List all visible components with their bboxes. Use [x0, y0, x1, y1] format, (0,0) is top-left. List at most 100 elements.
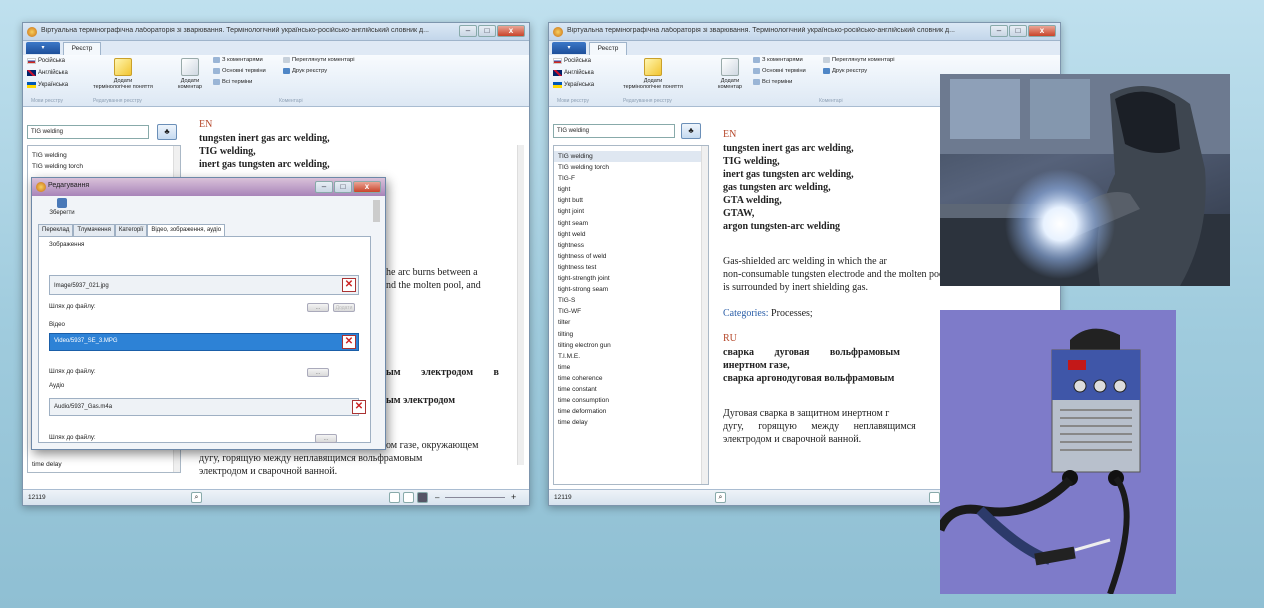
list-item[interactable]: tight seam [554, 218, 708, 229]
view-mode-1-icon[interactable] [389, 492, 400, 503]
add-comment-button[interactable]: Додати коментар [711, 58, 749, 90]
search-button[interactable]: ♣ [681, 123, 701, 139]
list-item[interactable]: TIG welding torch [28, 161, 180, 172]
list-item[interactable]: TIG-WF [554, 306, 708, 317]
list-item[interactable]: tightness [554, 240, 708, 251]
window-title: Віртуальна термінографічна лабораторія з… [41, 27, 429, 34]
remove-audio-button[interactable]: ✕ [352, 400, 366, 414]
minimize-button[interactable]: – [459, 25, 477, 37]
search-button[interactable]: ♣ [157, 124, 177, 140]
with-comments-button[interactable]: З коментарями [213, 57, 263, 63]
maximize-button[interactable]: □ [1009, 25, 1027, 37]
search-input[interactable]: TIG welding [27, 125, 149, 139]
term-count: 12119 [554, 494, 572, 501]
list-item[interactable]: time [554, 362, 708, 373]
list-item[interactable]: TIG-S [554, 295, 708, 306]
dialog-minimize-button[interactable]: – [315, 181, 333, 193]
maximize-button[interactable]: □ [478, 25, 496, 37]
lang-ru-toggle[interactable]: Російська [27, 58, 65, 64]
list-item[interactable]: tight weld [554, 229, 708, 240]
view-mode-3-icon[interactable] [417, 492, 428, 503]
add-image-button[interactable]: Додати [333, 303, 355, 312]
list-item[interactable]: T.I.M.E. [554, 351, 708, 362]
list-item[interactable]: tilter [554, 317, 708, 328]
list-item[interactable]: tight joint [554, 206, 708, 217]
lang-uk-toggle[interactable]: Українська [27, 82, 68, 88]
save-button[interactable]: Зберегти [42, 198, 82, 216]
view-mode-1-icon[interactable] [929, 492, 940, 503]
with-comments-button[interactable]: З коментарями [753, 57, 803, 63]
title-bar[interactable]: Віртуальна термінографічна лабораторія з… [549, 23, 1060, 41]
list-item[interactable]: TIG welding [28, 150, 180, 161]
title-bar[interactable]: Віртуальна термінографічна лабораторія з… [23, 23, 529, 41]
zoom-out-icon[interactable]: – [435, 493, 439, 502]
search-input[interactable]: TIG welding [553, 124, 675, 138]
list-item[interactable]: tight [554, 184, 708, 195]
zoom-search-icon[interactable]: ⌕ [715, 492, 726, 503]
audio-path-field[interactable]: Audio/5937_Gas.m4a [49, 398, 359, 416]
list-scrollbar[interactable] [701, 146, 708, 484]
browse-audio-button[interactable]: ... [315, 434, 337, 443]
term-list[interactable]: TIG welding TIG welding torch TIG-F tight ti… [553, 145, 709, 485]
view-mode-2-icon[interactable] [403, 492, 414, 503]
add-comment-button[interactable]: Додати коментар [171, 58, 209, 90]
tab-translation[interactable]: Переклад [38, 224, 74, 236]
categories-link[interactable]: Categories: [723, 308, 769, 319]
file-menu-tab[interactable]: ▾ [552, 42, 586, 54]
list-item[interactable]: time delay [554, 417, 708, 428]
browse-image-button[interactable]: ... [307, 303, 329, 312]
main-terms-button[interactable]: Основні терміни [213, 68, 266, 74]
tab-categories[interactable]: Категорії [114, 224, 148, 236]
zoom-search-icon[interactable]: ⌕ [191, 492, 202, 503]
close-button[interactable]: x [497, 25, 525, 37]
tab-media[interactable]: Відео, зображення, аудіо [147, 224, 226, 236]
dialog-maximize-button[interactable]: □ [334, 181, 352, 193]
all-terms-button[interactable]: Всі терміни [753, 79, 792, 85]
add-term-button[interactable]: Додати термінологічне поняття [615, 58, 691, 90]
dialog-scrollbar[interactable] [373, 200, 380, 222]
remove-video-button[interactable]: ✕ [342, 335, 356, 349]
lang-en-toggle[interactable]: Англійська [553, 70, 594, 76]
list-item[interactable]: time consumption [554, 395, 708, 406]
lang-en-toggle[interactable]: Англійська [27, 70, 68, 76]
list-item[interactable]: tight butt [554, 195, 708, 206]
tab-register[interactable]: Реєстр [63, 42, 101, 55]
list-item[interactable]: time deformation [554, 406, 708, 417]
content-scrollbar[interactable] [517, 145, 524, 465]
zoom-in-icon[interactable]: + [511, 492, 516, 502]
list-item[interactable]: tightness test [554, 262, 708, 273]
list-item[interactable]: tilting electron gun [554, 340, 708, 351]
tab-interpretation[interactable]: Тлумачення [73, 224, 115, 236]
video-path-field[interactable]: Video/5937_SE_3.MPG [49, 333, 359, 351]
list-item[interactable]: TIG welding [554, 151, 708, 163]
main-terms-button[interactable]: Основні терміни [753, 68, 806, 74]
lang-uk-toggle[interactable]: Українська [553, 82, 594, 88]
list-item[interactable]: time coherence [554, 373, 708, 384]
minimize-button[interactable]: – [990, 25, 1008, 37]
remove-image-button[interactable]: ✕ [342, 278, 356, 292]
add-term-button[interactable]: Додати термінологічне поняття [85, 58, 161, 90]
list-item[interactable]: tight-strength joint [554, 273, 708, 284]
close-button[interactable]: x [1028, 25, 1056, 37]
list-item[interactable]: time constant [554, 384, 708, 395]
print-register-button[interactable]: Друк реєстру [283, 68, 327, 74]
image-path-field[interactable]: Image/5937_021.jpg [49, 275, 359, 295]
zoom-slider[interactable] [445, 497, 505, 498]
dialog-title-bar[interactable]: Редагування – □ x [32, 178, 385, 196]
list-item[interactable]: time delay [28, 459, 62, 470]
list-item[interactable]: tight-strong seam [554, 284, 708, 295]
comments-icon [753, 57, 760, 63]
list-item[interactable]: tilting [554, 329, 708, 340]
view-comments-button[interactable]: Переглянути коментарі [823, 57, 895, 63]
dialog-close-button[interactable]: x [353, 181, 381, 193]
file-menu-tab[interactable]: ▾ [26, 42, 60, 54]
list-item[interactable]: TIG-F [554, 173, 708, 184]
list-item[interactable]: tightness of weld [554, 251, 708, 262]
view-comments-button[interactable]: Переглянути коментарі [283, 57, 355, 63]
print-register-button[interactable]: Друк реєстру [823, 68, 867, 74]
browse-video-button[interactable]: ... [307, 368, 329, 377]
all-terms-button[interactable]: Всі терміни [213, 79, 252, 85]
tab-register[interactable]: Реєстр [589, 42, 627, 55]
lang-ru-toggle[interactable]: Російська [553, 58, 591, 64]
list-item[interactable]: TIG welding torch [554, 162, 708, 173]
